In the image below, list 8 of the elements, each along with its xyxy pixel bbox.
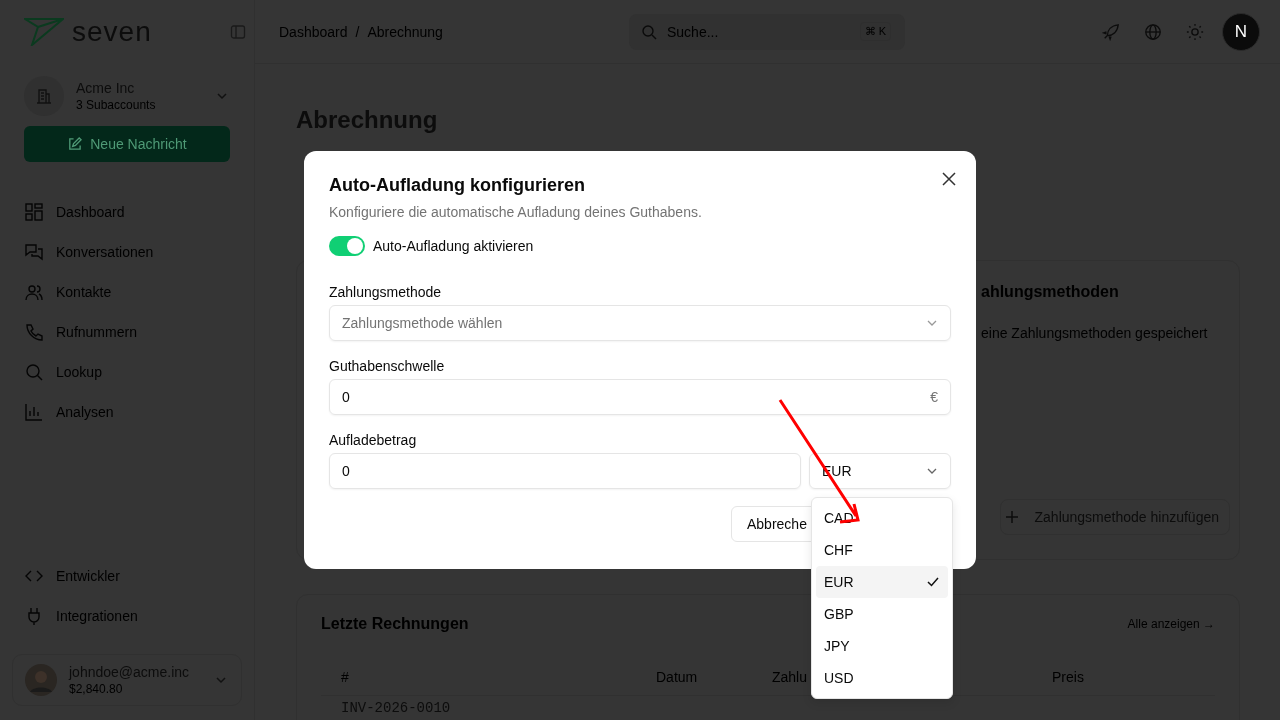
dialog-description: Konfiguriere die automatische Aufladung deines Guthabens.: [329, 204, 703, 220]
breadcrumb-separator: /: [355, 23, 360, 40]
column-header: #: [340, 669, 350, 685]
dialog-title: Auto-Aufladung konfigurieren: [329, 175, 585, 196]
toggle-label: Auto-Aufladung aktivieren: [373, 238, 534, 254]
field-label: Aufladebetrag: [329, 432, 418, 448]
field-label: Guthabenschwelle: [329, 358, 446, 374]
field-label: Zahlungsmethode: [329, 284, 443, 300]
